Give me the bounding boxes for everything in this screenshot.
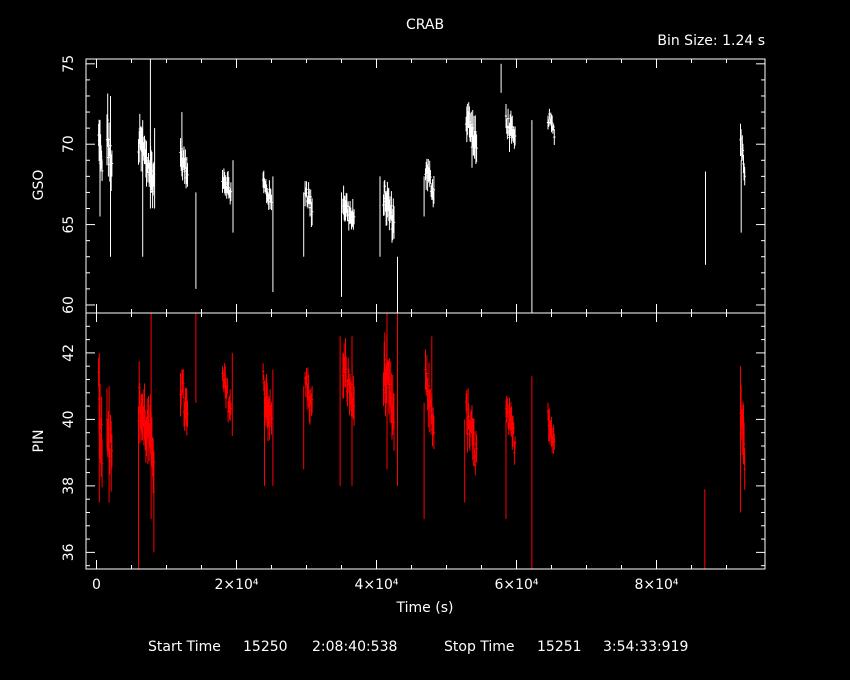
gso-ytick-label: 65 (61, 216, 77, 234)
start-time-label: Start Time (148, 639, 221, 655)
pin-ytick-label: 40 (61, 410, 77, 428)
x-tick-label: 4×10⁴ (354, 577, 398, 593)
x-tick-label: 6×10⁴ (494, 577, 538, 593)
bin-size-label: Bin Size: 1.24 s (657, 33, 765, 49)
gso-axis-label: GSO (31, 170, 47, 201)
pin-ytick-labels: 36 38 40 42 (61, 344, 77, 561)
x-tick-label: 8×10⁴ (634, 577, 678, 593)
footer-times: Start Time 15250 2:08:40:538 Stop Time 1… (148, 639, 688, 655)
pin-ytick-label: 36 (61, 543, 77, 561)
gso-ytick-labels: 60 65 70 75 (61, 55, 77, 314)
gso-ytick-label: 60 (61, 296, 77, 314)
gso-ytick-label: 70 (61, 135, 77, 153)
pin-axis-label: PIN (31, 429, 47, 452)
stop-time-label: Stop Time (444, 639, 515, 655)
x-tick-label: 2×10⁴ (214, 577, 258, 593)
start-time-day: 15250 (243, 639, 288, 655)
stop-time-day: 15251 (537, 639, 582, 655)
light-curve-figure: CRAB Bin Size: 1.24 s GSO 60 65 70 75 PIN 3… (31, 17, 766, 655)
x-tick-label: 0 (92, 577, 101, 593)
stop-time-clock: 3:54:33:919 (603, 639, 688, 655)
gso-ytick-label: 75 (61, 55, 77, 73)
x-tick-labels: 0 2×10⁴ 4×10⁴ 6×10⁴ 8×10⁴ (92, 577, 679, 593)
gso-data-marks (97, 59, 746, 313)
x-axis-label: Time (s) (396, 600, 454, 616)
chart-title: CRAB (406, 17, 444, 33)
pin-panel: PIN 36 38 40 42 (31, 312, 765, 569)
pin-ytick-label: 38 (61, 477, 77, 495)
pin-ytick-label: 42 (61, 344, 77, 362)
pin-data-marks (97, 313, 746, 569)
gso-panel: GSO 60 65 70 75 (31, 55, 765, 314)
start-time-clock: 2:08:40:538 (312, 639, 397, 655)
